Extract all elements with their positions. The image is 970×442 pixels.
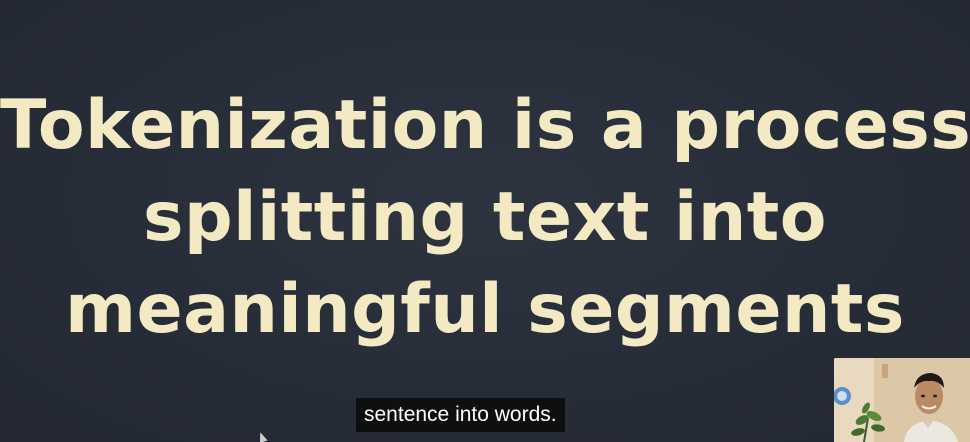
presenter-webcam-image <box>834 358 970 442</box>
slide-headline-line-3: meaningful segments <box>65 270 905 349</box>
subtitle-caption: sentence into words. <box>356 398 565 432</box>
slide-headline-line-1: Tokenization is a process of <box>0 86 970 165</box>
slide-headline-line-2: splitting text into <box>143 178 827 257</box>
presenter-webcam-icon <box>834 358 970 442</box>
mouse-cursor-icon <box>256 430 268 442</box>
video-player[interactable]: Tokenization is a process of splitting t… <box>0 0 970 442</box>
slide-headline: Tokenization is a process of splitting t… <box>0 80 970 356</box>
